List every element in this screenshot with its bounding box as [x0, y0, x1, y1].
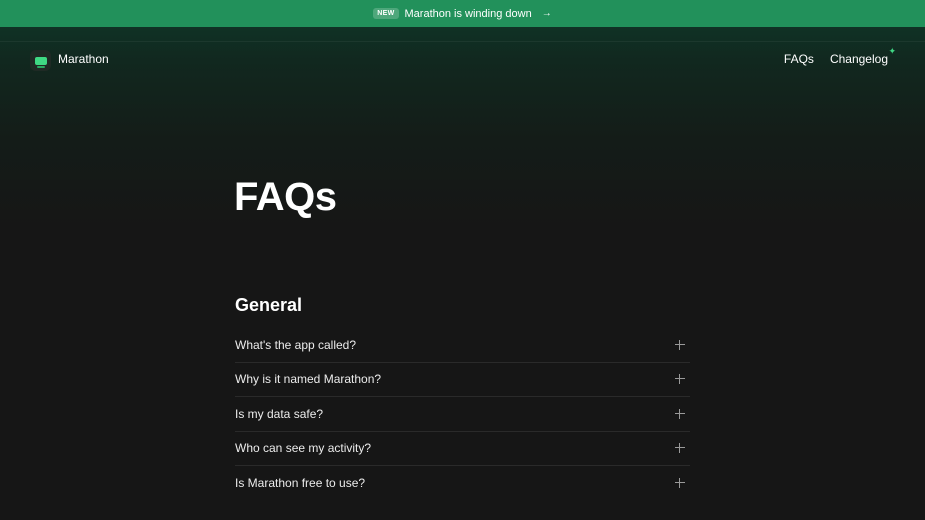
plus-icon[interactable]: [675, 374, 685, 385]
top-nav: Marathon FAQs Changelog ✦: [0, 41, 925, 77]
nav-link-changelog[interactable]: Changelog ✦: [829, 46, 896, 66]
plus-icon[interactable]: [675, 408, 685, 419]
new-badge: NEW: [373, 8, 399, 19]
banner-text[interactable]: Marathon is winding down: [405, 8, 532, 20]
faq-item[interactable]: Why is it named Marathon?: [235, 363, 690, 397]
faq-item[interactable]: What's the app called?: [235, 328, 690, 363]
faq-question: What's the app called?: [235, 337, 357, 352]
plus-icon[interactable]: [675, 339, 685, 350]
brand-name[interactable]: Marathon: [58, 52, 109, 66]
nav-links: FAQs Changelog ✦: [784, 46, 896, 66]
plus-icon[interactable]: [675, 443, 685, 454]
faq-item[interactable]: Is my data safe?: [235, 397, 690, 432]
faq-page: NEW Marathon is winding down → Marathon …: [0, 0, 925, 520]
faq-question: Is Marathon free to use?: [235, 476, 366, 491]
marathon-logo-icon[interactable]: [30, 50, 51, 71]
faq-list: What's the app called? Why is it named M…: [235, 328, 690, 501]
section-title-general: General: [235, 295, 303, 315]
nav-link-changelog-label: Changelog: [829, 52, 888, 66]
faq-question: Why is it named Marathon?: [235, 372, 382, 387]
faq-item[interactable]: Who can see my activity?: [235, 432, 690, 466]
arrow-right-icon: →: [541, 8, 552, 19]
sparkle-icon: ✦: [888, 46, 896, 56]
nav-link-faqs[interactable]: FAQs: [784, 52, 814, 66]
faq-item[interactable]: Is Marathon free to use?: [235, 466, 690, 501]
announcement-banner[interactable]: NEW Marathon is winding down →: [0, 0, 925, 27]
page-title: FAQs: [234, 175, 337, 219]
faq-question: Is my data safe?: [235, 406, 324, 421]
faq-question: Who can see my activity?: [235, 441, 372, 456]
plus-icon[interactable]: [675, 478, 685, 489]
